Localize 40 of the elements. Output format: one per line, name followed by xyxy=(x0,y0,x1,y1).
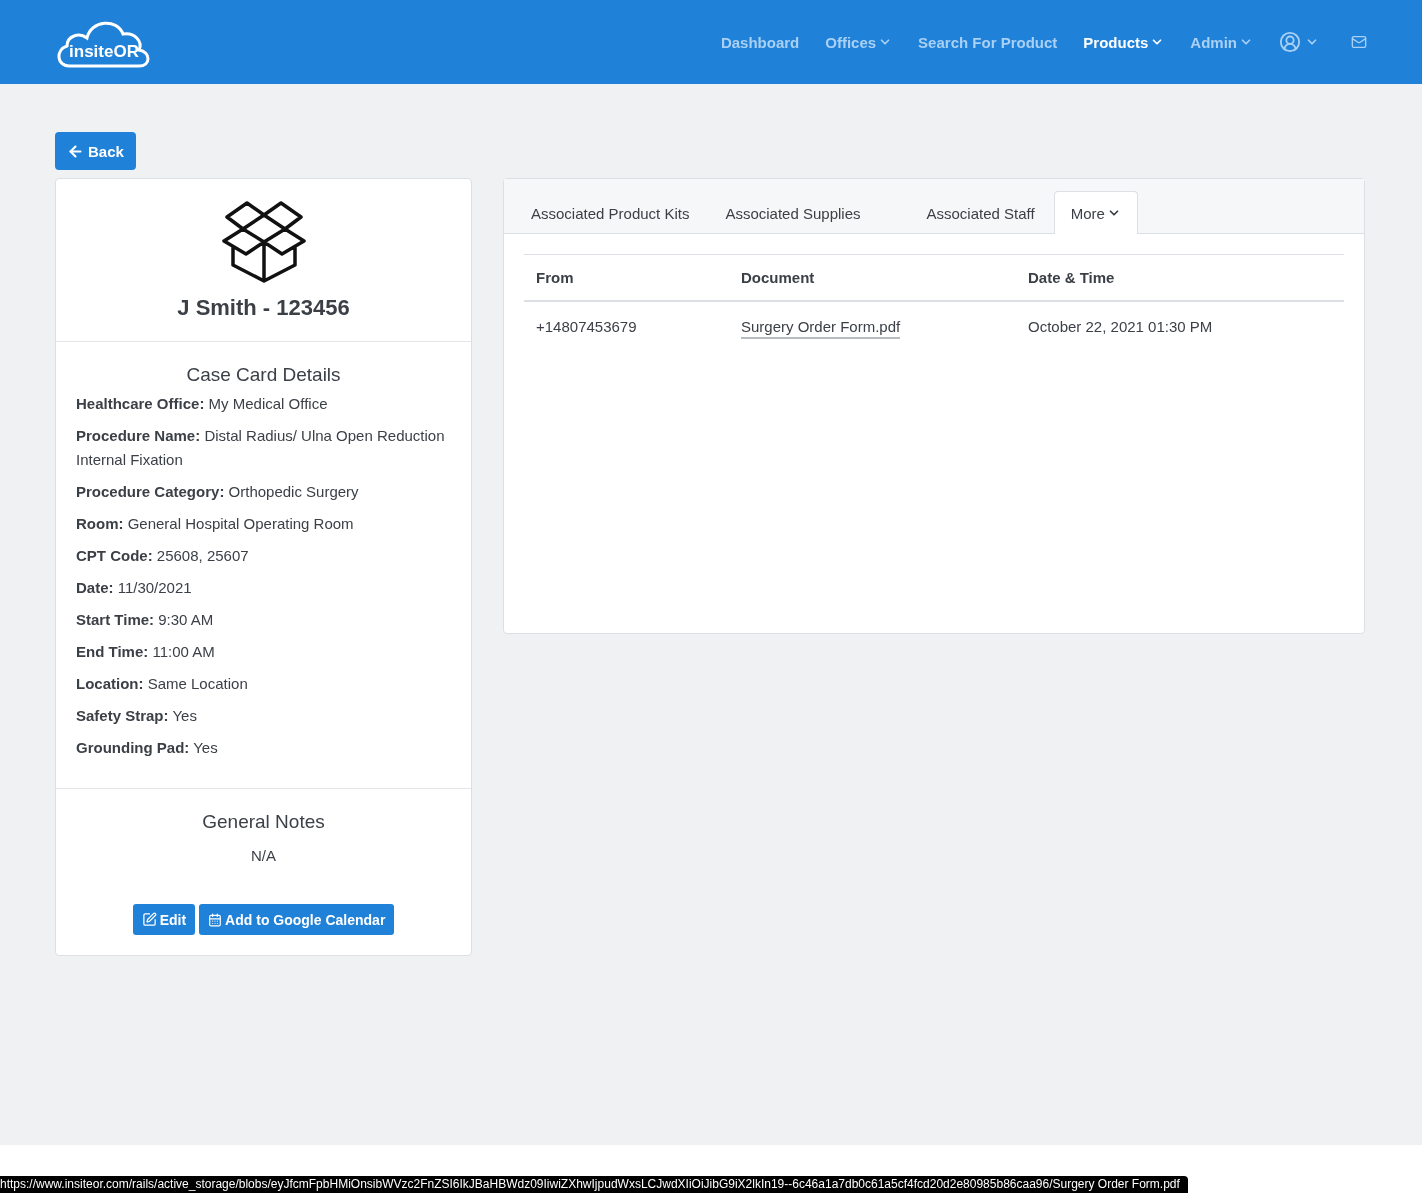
detail-line: End Time: 11:00 AM xyxy=(76,642,216,662)
nav-link[interactable]: Search For Product xyxy=(918,33,1058,51)
back-button[interactable]: Back xyxy=(55,132,136,170)
section-heading: Case Card Details xyxy=(186,364,341,386)
notes-text: N/A xyxy=(251,847,276,864)
user-icon xyxy=(1279,31,1301,53)
detail-line: Room: General Hospital Operating Room xyxy=(76,514,355,534)
nav-link[interactable]: Dashboard xyxy=(720,33,800,51)
detail-line: Procedure Name: Distal Radius/ Ulna Open Reduction Internal Fixation xyxy=(76,426,446,470)
detail-line: Location: Same Location xyxy=(76,674,249,694)
mail-icon[interactable] xyxy=(1351,34,1367,50)
detail-line: Procedure Category: Orthopedic Surgery xyxy=(76,482,360,502)
column-header: From xyxy=(524,254,729,301)
detail-line: Grounding Pad: Yes xyxy=(76,738,219,758)
detail-line: Date: 11/30/2021 xyxy=(76,578,193,598)
user-menu-button[interactable] xyxy=(1279,31,1319,53)
detail-line: Healthcare Office: My Medical Office xyxy=(76,394,329,414)
column-header: Document xyxy=(729,254,1016,301)
detail-line: Start Time: 9:30 AM xyxy=(76,610,215,630)
detail-line: CPT Code: 25608, 25607 xyxy=(76,546,250,566)
table-cell: October 22, 2021 01:30 PM xyxy=(1016,301,1344,351)
column-header: Date & Time xyxy=(1016,254,1344,301)
open-box-icon xyxy=(220,199,307,283)
document-link[interactable]: Surgery Order Form.pdf xyxy=(741,318,901,339)
tab[interactable]: More xyxy=(1053,191,1138,234)
edit-button[interactable]: Edit xyxy=(132,904,196,935)
tab[interactable]: Associated Product Kits xyxy=(514,191,707,234)
section-heading: General Notes xyxy=(202,811,325,833)
tab[interactable]: Associated Staff xyxy=(909,191,1052,234)
calendar-icon xyxy=(208,912,223,927)
status-bar-url: https://www.insiteor.com/rails/active_storage/blobs/eyJfcmFpbHMiOnsibWVzc2FnZSI6IkJBaHBWdz09IiwiZXhwIjpudWxsLCJwdXIiOiJibG9iX2lkIn19--6c46a1a7db0c61a5cf4fcd20d2e80985b86caa96/Surgery Order Form.pdf xyxy=(0,1176,1188,1193)
detail-line: Safety Strap: Yes xyxy=(76,706,198,726)
calendar-button[interactable]: Add to Google Calendar xyxy=(199,904,395,935)
nav-link[interactable]: Products xyxy=(1083,33,1165,51)
case-title: J Smith - 123456 xyxy=(177,295,350,321)
nav-link[interactable]: Offices xyxy=(825,33,893,51)
nav-link[interactable]: Admin xyxy=(1190,33,1253,51)
table-cell: +14807453679 xyxy=(524,301,729,351)
tab[interactable]: Associated Supplies xyxy=(708,191,878,234)
edit-icon xyxy=(141,912,157,927)
